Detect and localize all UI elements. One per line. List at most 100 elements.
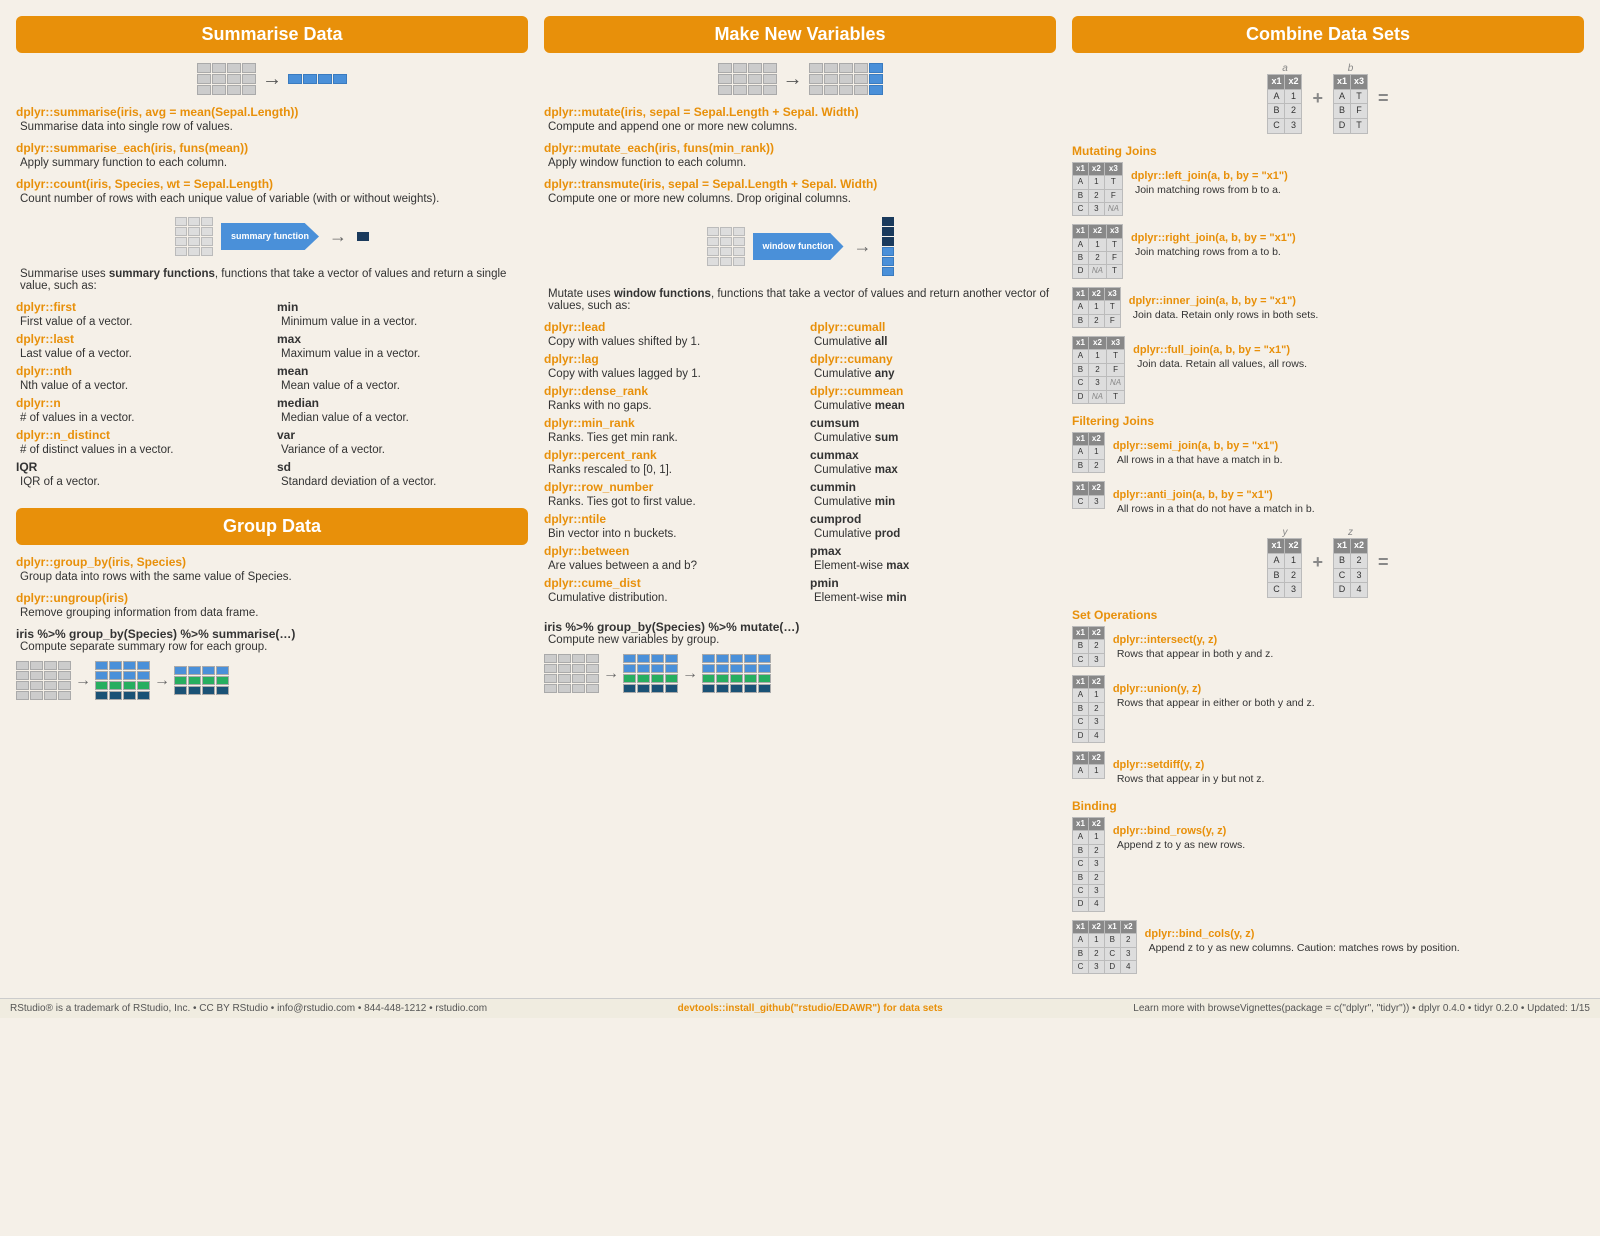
mnv-arrow: → bbox=[783, 68, 803, 91]
yz-diagram: y x1x2 A1 B2 C3 + z x1x2 B2 C3 D4 = bbox=[1072, 527, 1584, 598]
win-funcs-left: dplyr::lead Copy with values shifted by … bbox=[544, 318, 790, 608]
func-min: min Minimum value in a vector. bbox=[277, 300, 528, 328]
summarise-header: Summarise Data bbox=[16, 16, 528, 53]
equals-icon: = bbox=[1378, 88, 1389, 109]
func-sd: sd Standard deviation of a vector. bbox=[277, 460, 528, 488]
func-lag: dplyr::lag Copy with values lagged by 1. bbox=[544, 352, 790, 380]
func-n: dplyr::n # of values in a vector. bbox=[16, 396, 267, 424]
mnv-pipe-desc: Compute new variables by group. bbox=[544, 634, 1056, 646]
setdiff-tables: x1x2 A1 bbox=[1072, 751, 1105, 779]
combine-header: Combine Data Sets bbox=[1072, 16, 1584, 53]
group-data-subsection: Group Data dplyr::group_by(iris, Species… bbox=[16, 508, 528, 700]
filtering-joins-label: Filtering Joins bbox=[1072, 414, 1584, 428]
a-table-wrap: a x1x2 A1 B2 C3 bbox=[1267, 63, 1302, 134]
b-table-wrap: b x1x3 AT BF DT bbox=[1333, 63, 1368, 134]
y-table-wrap: y x1x2 A1 B2 C3 bbox=[1267, 527, 1302, 598]
func-row-number: dplyr::row_number Ranks. Ties got to fir… bbox=[544, 480, 790, 508]
bind-rows-tables: x1x2 A1 B2 C3 B2 C3 D4 bbox=[1072, 817, 1105, 912]
yz-equals-icon: = bbox=[1378, 552, 1389, 573]
mnv-output-table bbox=[809, 63, 883, 95]
summarise-top-diagram: → bbox=[16, 63, 528, 95]
func-iqr: IQR IQR of a vector. bbox=[16, 460, 267, 488]
group-by-desc: Group data into rows with the same value… bbox=[16, 571, 528, 583]
bind-cols-tables: x1x2x1x2 A1B2 B2C3 C3D4 bbox=[1072, 920, 1137, 975]
func-pmin: pmin Element-wise min bbox=[810, 576, 1056, 604]
window-functions-grid: dplyr::lead Copy with values shifted by … bbox=[544, 318, 1056, 608]
func-lead: dplyr::lead Copy with values shifted by … bbox=[544, 320, 790, 348]
func-median: median Median value of a vector. bbox=[277, 396, 528, 424]
window-function-label: window function bbox=[753, 233, 844, 261]
group-pipe: iris %>% group_by(Species) %>% summarise… bbox=[16, 627, 528, 641]
mutate-desc1: Compute and append one or more new colum… bbox=[544, 121, 1056, 133]
mut-pipe-in bbox=[544, 654, 599, 693]
anti-join-tables: x1x2 C3 bbox=[1072, 481, 1105, 509]
semi-join-row: x1x2 A1 B2 dplyr::semi_join(a, b, by = "… bbox=[1072, 432, 1584, 473]
ungroup-desc: Remove grouping information from data fr… bbox=[16, 607, 528, 619]
transmute-code: dplyr::transmute(iris, sepal = Sepal.Len… bbox=[544, 177, 1056, 191]
setdiff-row: x1x2 A1 dplyr::setdiff(y, z) Rows that a… bbox=[1072, 751, 1584, 789]
window-para: Mutate uses window functions, functions … bbox=[544, 288, 1056, 312]
group-pipe-desc: Compute separate summary row for each gr… bbox=[16, 641, 528, 653]
mutating-joins-label: Mutating Joins bbox=[1072, 144, 1584, 158]
main-content-grid: Summarise Data → bbox=[0, 0, 1600, 998]
group-by-code: dplyr::group_by(iris, Species) bbox=[16, 555, 528, 569]
mnv-input-table bbox=[718, 63, 777, 95]
pipe-mid bbox=[95, 661, 150, 700]
summarise-code2: dplyr::summarise_each(iris, funs(mean)) bbox=[16, 141, 528, 155]
make-new-section: Make New Variables → bbox=[536, 8, 1064, 990]
func-cumall: dplyr::cumall Cumulative all bbox=[810, 320, 1056, 348]
func-dense-rank: dplyr::dense_rank Ranks with no gaps. bbox=[544, 384, 790, 412]
arrow-icon: → bbox=[262, 68, 282, 91]
mut-pipe-out bbox=[702, 654, 771, 693]
combine-section: Combine Data Sets a x1x2 A1 B2 C3 + b x1… bbox=[1064, 8, 1592, 990]
pipe-in1 bbox=[16, 661, 71, 700]
func-percent-rank: dplyr::percent_rank Ranks rescaled to [0… bbox=[544, 448, 790, 476]
win-diag-output bbox=[882, 217, 894, 276]
func-min-rank: dplyr::min_rank Ranks. Ties get min rank… bbox=[544, 416, 790, 444]
summarise-desc2: Apply summary function to each column. bbox=[16, 157, 528, 169]
footer-right: Learn more with browseVignettes(package … bbox=[1133, 1003, 1590, 1014]
summarise-desc1: Summarise data into single row of values… bbox=[16, 121, 528, 133]
ungroup-code: dplyr::ungroup(iris) bbox=[16, 591, 528, 605]
mutate-pipeline-diagram: → → bbox=[544, 654, 1056, 693]
union-tables: x1x2 A1 B2 C3 D4 bbox=[1072, 675, 1105, 743]
intersect-row: x1x2 B2 C3 dplyr::intersect(y, z) Rows t… bbox=[1072, 626, 1584, 667]
mutate-code1: dplyr::mutate(iris, sepal = Sepal.Length… bbox=[544, 105, 1056, 119]
func-nth: dplyr::nth Nth value of a vector. bbox=[16, 364, 267, 392]
footer-center: devtools::install_github("rstudio/EDAWR"… bbox=[678, 1003, 943, 1014]
plus-icon: + bbox=[1312, 88, 1323, 109]
func-cummin: cummin Cumulative min bbox=[810, 480, 1056, 508]
footer-left: RStudio® is a trademark of RStudio, Inc.… bbox=[10, 1003, 487, 1014]
win-diag-arrow: → bbox=[854, 236, 872, 257]
diag-arrow: → bbox=[329, 226, 347, 247]
input-table bbox=[197, 63, 256, 95]
func-cumsum: cumsum Cumulative sum bbox=[810, 416, 1056, 444]
mutate-each-code: dplyr::mutate_each(iris, funs(min_rank)) bbox=[544, 141, 1056, 155]
summarise-desc3: Count number of rows with each unique va… bbox=[16, 193, 528, 205]
semi-join-tables: x1x2 A1 B2 bbox=[1072, 432, 1105, 473]
summary-para: Summarise uses summary functions, functi… bbox=[16, 268, 528, 292]
func-cummax: cummax Cumulative max bbox=[810, 448, 1056, 476]
win-funcs-right: dplyr::cumall Cumulative all dplyr::cuma… bbox=[810, 318, 1056, 608]
funcs-right-col: min Minimum value in a vector. max Maxim… bbox=[277, 298, 528, 492]
mut-pipe-mid bbox=[623, 654, 678, 693]
win-diag-input bbox=[707, 227, 745, 266]
binding-label: Binding bbox=[1072, 799, 1584, 813]
func-cummean: dplyr::cummean Cumulative mean bbox=[810, 384, 1056, 412]
func-mean: mean Mean value of a vector. bbox=[277, 364, 528, 392]
bind-cols-row: x1x2x1x2 A1B2 B2C3 C3D4 dplyr::bind_cols… bbox=[1072, 920, 1584, 975]
diag-output bbox=[357, 232, 369, 241]
inner-join-row: x1x2x3 A1T B2F dplyr::inner_join(a, b, b… bbox=[1072, 287, 1584, 328]
bind-rows-row: x1x2 A1 B2 C3 B2 C3 D4 dplyr::bind_rows(… bbox=[1072, 817, 1584, 912]
anti-join-row: x1x2 C3 dplyr::anti_join(a, b, by = "x1"… bbox=[1072, 481, 1584, 519]
func-first: dplyr::first First value of a vector. bbox=[16, 300, 267, 328]
mutate-each-desc: Apply window function to each column. bbox=[544, 157, 1056, 169]
summary-functions-grid: dplyr::first First value of a vector. dp… bbox=[16, 298, 528, 492]
ab-diagram: a x1x2 A1 B2 C3 + b x1x3 AT BF DT = bbox=[1072, 63, 1584, 134]
group-data-header: Group Data bbox=[16, 508, 528, 545]
summary-function-label: summary function bbox=[221, 223, 319, 251]
summarise-code1: dplyr::summarise(iris, avg = mean(Sepal.… bbox=[16, 105, 528, 119]
right-join-row: x1x2x3 A1T B2F DNAT dplyr::right_join(a,… bbox=[1072, 224, 1584, 279]
transmute-desc: Compute one or more new columns. Drop or… bbox=[544, 193, 1056, 205]
intersect-tables: x1x2 B2 C3 bbox=[1072, 626, 1105, 667]
